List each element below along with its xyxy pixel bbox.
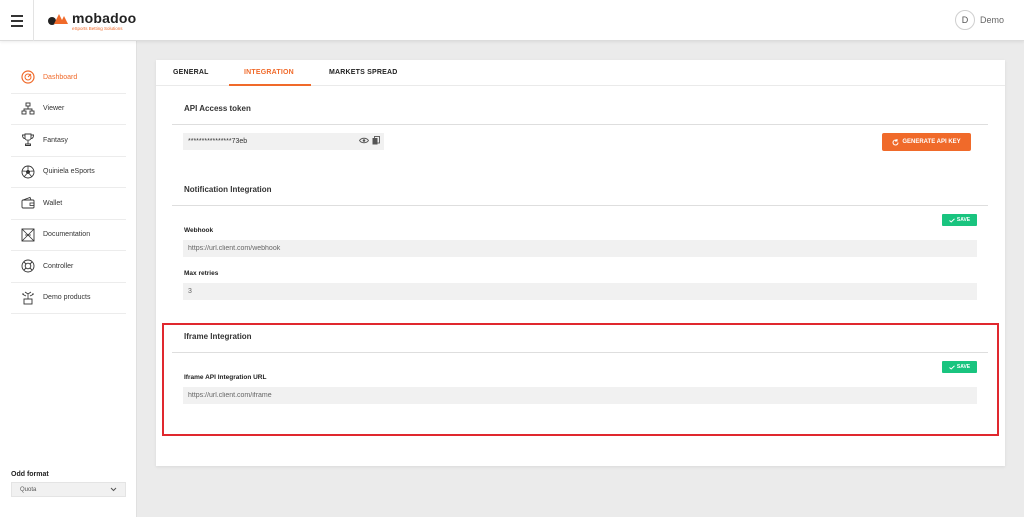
api-token-value: ****************73eb <box>188 138 248 145</box>
divider <box>172 352 988 353</box>
save-label: SAVE <box>956 364 971 370</box>
save-notification-button[interactable]: SAVE <box>942 214 977 226</box>
user-name[interactable]: Demo <box>980 15 1004 25</box>
save-label: SAVE <box>956 217 971 223</box>
odd-format-select[interactable]: Quota <box>11 482 126 497</box>
webhook-label: Webhook <box>184 227 214 234</box>
wallet-icon <box>20 195 36 211</box>
iframe-section-title: Iframe Integration <box>184 332 252 341</box>
tab-bar: GENERAL INTEGRATION MARKETS SPREAD <box>156 60 1005 86</box>
sidebar-item-label: Quiniela eSports <box>43 168 95 176</box>
trophy-icon <box>20 132 36 148</box>
sidebar-item-documentation[interactable]: Documentation <box>11 220 126 251</box>
viewer-icon <box>20 101 36 117</box>
top-bar: mobadoo eSports Betting Solutions D Demo <box>0 0 1024 41</box>
sidebar-item-label: Wallet <box>43 199 63 207</box>
sidebar-item-label: Documentation <box>43 231 91 239</box>
check-icon <box>949 217 955 223</box>
sidebar-item-demo-products[interactable]: Demo products <box>11 283 126 314</box>
user-menu[interactable]: D Demo <box>954 10 1004 30</box>
notification-section-title: Notification Integration <box>184 185 272 194</box>
brand-name: mobadoo <box>72 10 137 26</box>
avatar[interactable]: D <box>954 10 975 30</box>
refresh-icon <box>892 138 899 145</box>
webhook-input[interactable] <box>183 240 977 257</box>
sidebar-item-dashboard[interactable]: Dashboard <box>11 62 126 94</box>
documentation-icon <box>20 227 36 243</box>
sidebar-item-label: Controller <box>43 262 74 270</box>
tab-general[interactable]: GENERAL <box>173 60 209 86</box>
sidebar-item-fantasy[interactable]: Fantasy <box>11 125 126 157</box>
divider <box>172 205 988 206</box>
save-iframe-button[interactable]: SAVE <box>942 361 977 373</box>
sidebar-item-label: Fantasy <box>43 136 68 144</box>
iframe-url-input[interactable] <box>183 387 977 404</box>
active-tab-indicator <box>229 84 311 86</box>
sidebar-nav: Dashboard Viewer Fantasy Quiniela eSport… <box>11 62 126 314</box>
sidebar-item-label: Demo products <box>43 294 91 302</box>
menu-icon[interactable] <box>0 0 34 41</box>
sidebar-item-viewer[interactable]: Viewer <box>11 94 126 125</box>
tab-integration[interactable]: INTEGRATION <box>244 60 294 86</box>
sidebar: Dashboard Viewer Fantasy Quiniela eSport… <box>0 41 137 517</box>
odd-format: Odd format Quota <box>11 471 126 497</box>
demo-products-icon <box>20 290 36 306</box>
lifebuoy-icon <box>20 258 36 274</box>
ball-icon <box>20 164 36 180</box>
tab-markets-spread[interactable]: MARKETS SPREAD <box>329 60 398 86</box>
iframe-url-label: Iframe API Integration URL <box>184 374 267 381</box>
sidebar-item-label: Dashboard <box>43 73 78 81</box>
generate-api-key-button[interactable]: GENERATE API KEY <box>882 133 971 151</box>
divider <box>172 124 988 125</box>
check-icon <box>949 364 955 370</box>
sidebar-item-label: Viewer <box>43 105 65 113</box>
sidebar-item-controller[interactable]: Controller <box>11 251 126 283</box>
brand-logo[interactable]: mobadoo eSports Betting Solutions <box>48 11 136 32</box>
max-retries-input[interactable] <box>183 283 977 300</box>
brand-tagline: eSports Betting Solutions <box>72 26 123 31</box>
sidebar-item-wallet[interactable]: Wallet <box>11 188 126 220</box>
eye-icon[interactable] <box>359 137 369 144</box>
api-token-field[interactable]: ****************73eb <box>183 133 384 150</box>
copy-icon[interactable] <box>372 136 380 145</box>
api-section-title: API Access token <box>184 104 251 113</box>
generate-api-key-label: GENERATE API KEY <box>902 139 961 145</box>
odd-format-label: Odd format <box>11 471 49 478</box>
dashboard-icon <box>20 69 36 85</box>
integration-card: GENERAL INTEGRATION MARKETS SPREAD API A… <box>156 60 1005 466</box>
odd-format-value: Quota <box>20 486 37 493</box>
sidebar-item-quiniela-esports[interactable]: Quiniela eSports <box>11 157 126 188</box>
logo-mark-icon <box>48 14 68 25</box>
max-retries-label: Max retries <box>184 270 219 277</box>
chevron-down-icon <box>110 487 117 492</box>
